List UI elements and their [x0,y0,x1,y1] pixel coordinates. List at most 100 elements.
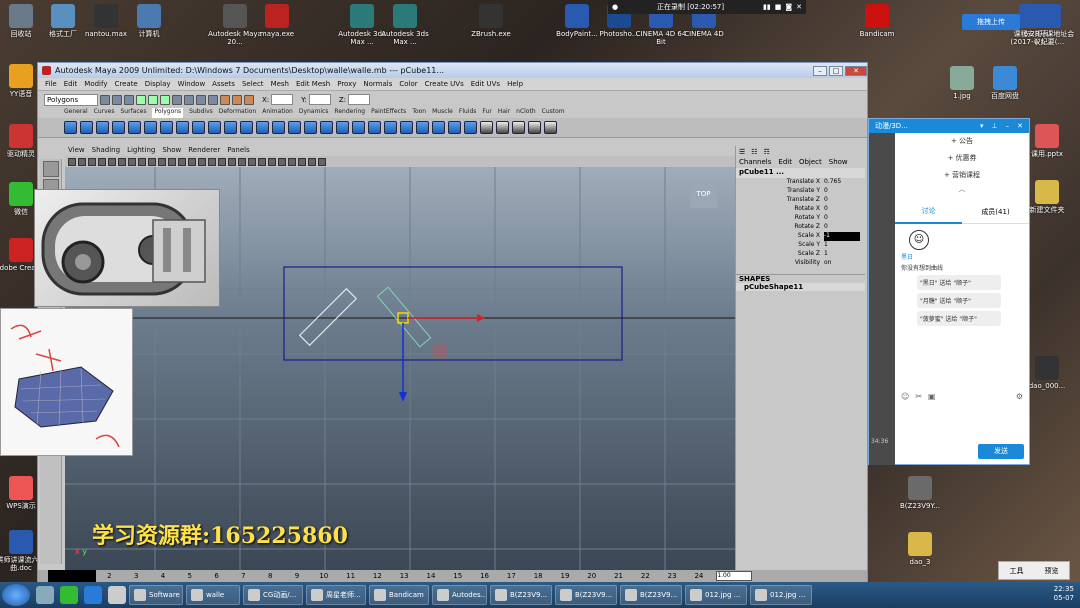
qq-titlebar[interactable]: 动漫/3D... ▾ ⊥ – ✕ [869,119,1029,133]
task-button[interactable]: 012.jpg ... [685,585,747,605]
viewport-tool-icon[interactable] [298,157,306,166]
qq-menu-icon[interactable]: ▾ [980,122,984,130]
time-slider[interactable]: 2 3 4 5 6 7 8 9 10 11 12 13 14 15 16 17 18 19 20 21 22 23 24 1… [38,570,867,582]
quicklaunch-icon-2[interactable] [60,586,78,604]
tab-discussion[interactable]: 讨论 [895,200,962,224]
shelf-tab-muscle[interactable]: Muscle [432,108,453,118]
attribute-value[interactable]: 0 [824,214,860,223]
viewport-tool-icon[interactable] [278,157,286,166]
attribute-value[interactable]: -1 [824,232,860,241]
shelf-tool-icon[interactable] [224,121,237,134]
task-button[interactable]: 012.jpg ... [750,585,812,605]
viewport-menu-lighting[interactable]: Lighting [127,146,155,156]
viewport-tool-icon[interactable] [148,157,156,166]
viewport-tool-icon[interactable] [78,157,86,166]
viewport-tool-icon[interactable] [258,157,266,166]
attribute-value[interactable]: 0 [824,196,860,205]
desktop-icon-right-8[interactable]: dao_3 [893,532,947,566]
stop-icon[interactable]: ■ [775,3,782,11]
shelf-tool-icon[interactable] [96,121,109,134]
task-button[interactable]: CG动画/... [243,585,303,605]
desktop-icon-right-7[interactable]: B(Z23V9Y... [893,476,947,510]
shelf-tool-icon[interactable] [480,121,493,134]
camera-icon[interactable]: ◙ [785,3,792,11]
shelf-tool-icon[interactable] [176,121,189,134]
close-button[interactable]: ✕ [845,65,867,76]
desktop-icon-right-1[interactable]: 百度网盘 [978,66,1032,100]
shelf-tool-icon[interactable] [128,121,141,134]
snap-grid-icon[interactable] [172,94,182,105]
layer-editor-icon[interactable]: ☷ [751,148,757,156]
menu-window[interactable]: Window [178,80,206,88]
menu-edit-uvs[interactable]: Edit UVs [471,80,500,88]
shelf-tab-deformation[interactable]: Deformation [219,108,256,118]
attribute-editor-icon[interactable]: ☶ [764,148,770,156]
shelf-tab-fluids[interactable]: Fluids [459,108,477,118]
quicklaunch-icon-3[interactable] [84,586,102,604]
attribute-value[interactable]: 0 [824,205,860,214]
qq-close-icon[interactable]: ✕ [1017,122,1023,130]
shelf-tab-painteffects[interactable]: PaintEffects [371,108,406,118]
menu-edit[interactable]: Edit [64,80,78,88]
collapse-icon[interactable]: ︿ [895,184,1029,194]
shelf-tool-icon[interactable] [272,121,285,134]
shelf-tab-hair[interactable]: Hair [498,108,510,118]
viewport-tool-icon[interactable] [138,157,146,166]
shelf-tool-icon[interactable] [432,121,445,134]
shelf-tool-icon[interactable] [160,121,173,134]
attribute-value[interactable]: 0.765 [824,178,860,187]
attribute-row[interactable]: Rotate X 0 [736,205,865,214]
shelf-tool-icon[interactable] [336,121,349,134]
menu-display[interactable]: Display [145,80,171,88]
attribute-value[interactable]: on [824,259,860,268]
viewport-tool-icon[interactable] [218,157,226,166]
shelf-tab-animation[interactable]: Animation [262,108,293,118]
mode-select[interactable]: Polygons [44,93,98,106]
viewport-tool-icon[interactable] [178,157,186,166]
shelf-tab-curves[interactable]: Curves [94,108,115,118]
time-slider-start[interactable] [48,570,96,582]
shelf-tab-toon[interactable]: Toon [412,108,426,118]
shelf-tool-icon[interactable] [304,121,317,134]
viewport-tool-icon[interactable] [208,157,216,166]
viewport-tool-icon[interactable] [128,157,136,166]
qq-pin-icon[interactable]: ⊥ [992,122,998,130]
desktop-icon-top-3[interactable]: Autodesk 3ds Max ... [378,4,432,46]
shape-name[interactable]: pCubeShape11 [736,283,865,291]
viewport-menu-panels[interactable]: Panels [227,146,250,156]
menu-select[interactable]: Select [242,80,264,88]
task-button[interactable]: B(Z23V9... [490,585,552,605]
task-button[interactable]: Bandicam [369,585,429,605]
viewport-tool-icon[interactable] [248,157,256,166]
shelf-tool-icon[interactable] [448,121,461,134]
shelf-tab-dynamics[interactable]: Dynamics [299,108,329,118]
viewport-tool-icon[interactable] [158,157,166,166]
desktop-icon-top-1[interactable]: maya.exe [250,4,304,38]
current-frame-field[interactable]: 1.00 [716,571,753,581]
shelf-tab-general[interactable]: General [64,108,88,118]
tools-button[interactable]: 工具 [1010,566,1024,576]
task-button[interactable]: B(Z23V9... [555,585,617,605]
menu-edit-mesh[interactable]: Edit Mesh [296,80,330,88]
shelf-tool-icon[interactable] [528,121,541,134]
upload-button[interactable]: 拖拽上传 [962,14,1020,30]
task-button[interactable]: Autodes... [432,585,487,605]
task-button[interactable]: walle [186,585,240,605]
viewport-tool-icon[interactable] [198,157,206,166]
qq-link[interactable]: + 公告 [895,133,1029,150]
shelf-tab-subdivs[interactable]: Subdivs [189,108,213,118]
shelf-tool-icon[interactable] [464,121,477,134]
select-hierarchy-icon[interactable] [136,94,146,105]
coord-x-input[interactable] [271,94,294,105]
viewport-tool-icon[interactable] [238,157,246,166]
menu-assets[interactable]: Assets [212,80,235,88]
shelf-tool-icon[interactable] [240,121,253,134]
shelf-tool-icon[interactable] [368,121,381,134]
shelf-tool-icon[interactable] [256,121,269,134]
menu-proxy[interactable]: Proxy [337,80,356,88]
qq-minimize-icon[interactable]: – [1006,122,1010,130]
attribute-row[interactable]: Scale Z 1 [736,250,865,259]
menu-file[interactable]: File [45,80,57,88]
desktop-icon-top-4[interactable]: ZBrush.exe [464,4,518,38]
shelf-tool-icon[interactable] [400,121,413,134]
